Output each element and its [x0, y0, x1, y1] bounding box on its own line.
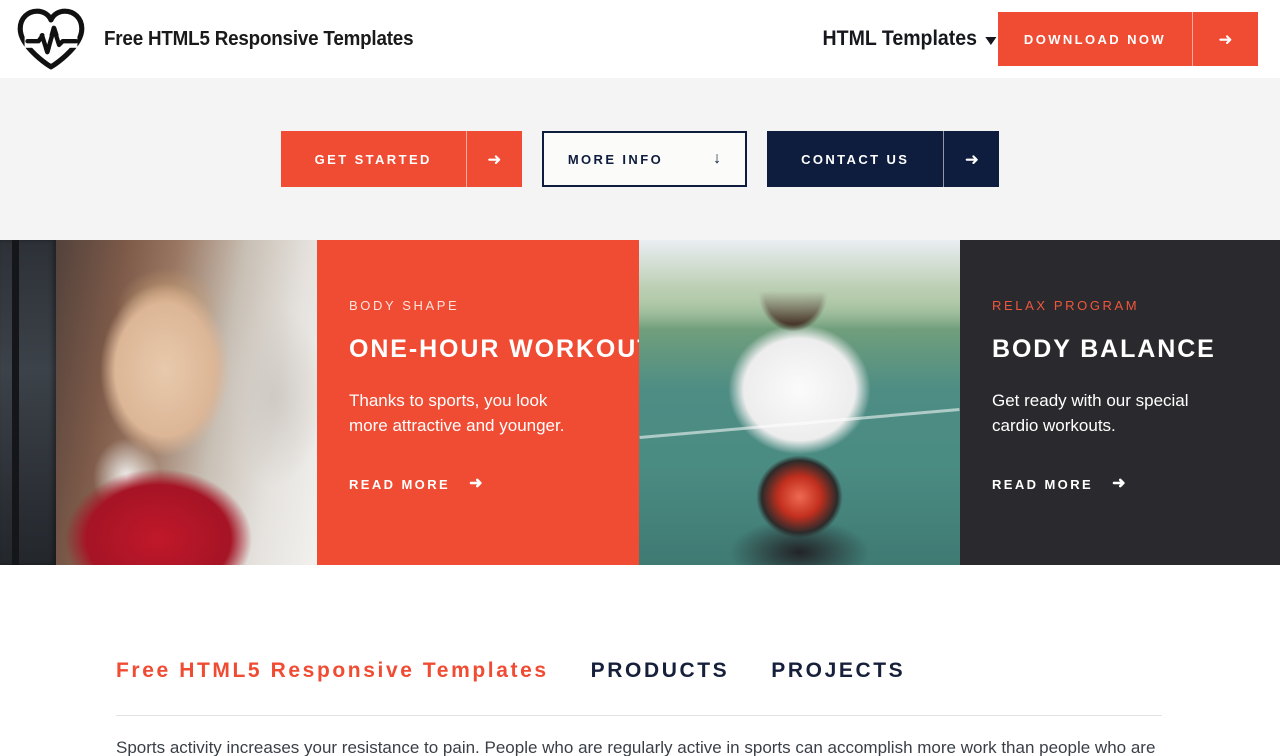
download-now-label: DOWNLOAD NOW — [1023, 31, 1167, 47]
arrow-right-icon: ➜ — [1192, 12, 1258, 66]
read-more-label: READ MORE — [992, 476, 1094, 492]
tab-bar: Free HTML5 Responsive Templates PRODUCTS… — [116, 565, 1164, 683]
card-eyebrow: RELAX PROGRAM — [992, 298, 1140, 313]
read-more-link-balance[interactable]: READ MORE ➜ — [992, 476, 1244, 492]
photo-woman-with-mug — [0, 240, 317, 565]
cta-band: GET STARTED ➜ MORE INFO ↓ CONTACT US ➜ — [0, 78, 1280, 240]
chevron-down-icon — [985, 36, 997, 45]
feature-cards-row: BODY SHAPE ONE-HOUR WORKOUT Thanks to sp… — [0, 240, 1280, 565]
download-now-button[interactable]: DOWNLOAD NOW ➜ — [998, 12, 1258, 66]
arrow-down-icon: ↓ — [713, 150, 722, 167]
heart-pulse-icon — [17, 8, 85, 70]
card-text: Get ready with our special cardio workou… — [992, 391, 1189, 435]
card-body-balance: RELAX PROGRAM BODY BALANCE Get ready wit… — [960, 240, 1280, 565]
card-photo-woman — [0, 240, 317, 565]
card-one-hour-workout: BODY SHAPE ONE-HOUR WORKOUT Thanks to sp… — [317, 240, 639, 565]
contact-us-button[interactable]: CONTACT US ➜ — [767, 131, 1000, 187]
card-title: BODY BALANCE — [992, 335, 1216, 363]
card-photo-basketball — [639, 240, 960, 565]
arrow-right-icon: ➜ — [469, 475, 485, 492]
brand[interactable]: Free HTML5 Responsive Templates — [14, 6, 433, 72]
read-more-label: READ MORE — [349, 476, 451, 492]
arrow-right-icon: ➜ — [943, 131, 999, 187]
more-info-button[interactable]: MORE INFO ↓ — [541, 131, 748, 187]
get-started-label: GET STARTED — [314, 151, 432, 167]
photo-basketball-player — [639, 240, 960, 565]
content-section: Free HTML5 Responsive Templates PRODUCTS… — [0, 565, 1280, 756]
arrow-right-icon: ➜ — [1112, 475, 1128, 492]
nav-item-html-templates[interactable]: HTML Templates — [823, 27, 997, 51]
arrow-right-icon: ➜ — [465, 131, 522, 187]
tab-projects[interactable]: PROJECTS — [771, 659, 905, 683]
contact-us-label: CONTACT US — [801, 151, 910, 167]
site-header: Free HTML5 Responsive Templates HTML Tem… — [0, 0, 1280, 78]
tab-divider — [116, 715, 1162, 716]
get-started-button[interactable]: GET STARTED ➜ — [280, 131, 522, 187]
more-info-label: MORE INFO — [567, 151, 664, 167]
brand-name: Free HTML5 Responsive Templates — [104, 27, 414, 50]
tab-products[interactable]: PRODUCTS — [591, 659, 730, 683]
content-paragraph: Sports activity increases your resistanc… — [116, 738, 1156, 756]
tab-free-html5-responsive-templates[interactable]: Free HTML5 Responsive Templates — [116, 659, 549, 683]
read-more-link-workout[interactable]: READ MORE ➜ — [349, 476, 603, 492]
card-title: ONE-HOUR WORKOUT — [349, 335, 639, 363]
card-text: Thanks to sports, you look more attracti… — [349, 391, 565, 435]
card-eyebrow: BODY SHAPE — [349, 298, 460, 313]
nav-item-label: HTML Templates — [822, 27, 978, 50]
